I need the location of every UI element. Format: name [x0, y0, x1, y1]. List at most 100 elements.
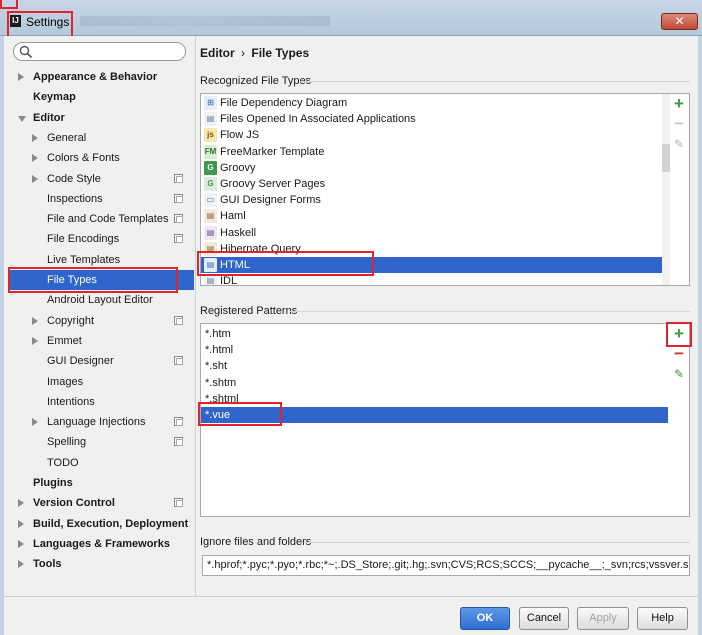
breadcrumb-file-types: File Types [251, 46, 310, 60]
file-type-row[interactable]: ▤ Files Opened In Associated Applications [201, 111, 669, 127]
panel-divider [195, 36, 196, 596]
expand-down-icon[interactable] [18, 115, 26, 122]
tree-item-inspections[interactable]: Inspections [10, 189, 194, 209]
tree-item-language-injections[interactable]: Language Injections [10, 412, 194, 432]
haml-icon: ▤ [204, 209, 217, 224]
tree-item-colors-fonts[interactable]: Colors & Fonts [10, 148, 194, 168]
file-types-highlight-box [8, 267, 178, 293]
tree-item-label: Plugins [33, 477, 73, 489]
file-type-row[interactable]: ▭ GUI Designer Forms [201, 192, 669, 208]
section-divider [290, 311, 690, 312]
project-scope-icon [174, 214, 183, 224]
expand-right-icon[interactable] [18, 73, 24, 81]
file-type-label: Flow JS [220, 129, 260, 142]
tree-item-plugins[interactable]: Plugins [10, 473, 194, 493]
diagram-icon: ⊞ [204, 96, 217, 110]
search-icon [19, 45, 33, 59]
file-type-label: FreeMarker Template [220, 145, 325, 158]
html-highlight-box [197, 251, 374, 276]
tree-item-label: Colors & Fonts [47, 152, 120, 165]
button-bar-divider [4, 596, 698, 597]
tree-item-label: Appearance & Behavior [33, 71, 158, 83]
pattern-row[interactable]: *.htm [201, 326, 668, 342]
tree-item-appearance-behavior[interactable]: Appearance & Behavior [10, 67, 194, 87]
tree-item-label: Spelling [47, 436, 87, 449]
settings-search-input[interactable] [13, 42, 186, 61]
project-scope-icon [174, 498, 183, 508]
tree-item-keymap[interactable]: Keymap [10, 87, 194, 107]
ignore-files-label: Ignore files and folders [200, 536, 312, 548]
file-type-row[interactable]: ▤ Haml [201, 208, 669, 224]
breadcrumb-editor: Editor [200, 46, 235, 60]
tree-item-languages-frameworks[interactable]: Languages & Frameworks [10, 534, 194, 554]
expand-right-icon[interactable] [32, 418, 38, 427]
cancel-button[interactable]: Cancel [519, 607, 569, 630]
pattern-row[interactable]: *.html [201, 342, 668, 358]
remove-file-type-button[interactable]: − [671, 115, 687, 132]
close-button[interactable]: ✕ [661, 13, 698, 30]
section-divider [304, 542, 690, 543]
expand-right-icon[interactable] [32, 174, 38, 183]
tree-item-build-execution-deployment[interactable]: Build, Execution, Deployment [10, 514, 194, 534]
expand-right-icon[interactable] [18, 519, 24, 528]
file-type-row[interactable]: FM FreeMarker Template [201, 144, 669, 160]
file-type-label: Groovy [220, 161, 256, 174]
ignore-files-input[interactable]: *.hprof;*.pyc;*.pyo;*.rbc;*~;.DS_Store;.… [202, 555, 690, 576]
expand-right-icon[interactable] [18, 499, 24, 508]
tree-item-label: Build, Execution, Deployment [33, 517, 189, 530]
pattern-row[interactable]: *.shtm [201, 375, 668, 391]
file-type-row[interactable]: ⊞ File Dependency Diagram [201, 95, 669, 111]
tree-item-label: Languages & Frameworks [33, 537, 170, 550]
breadcrumb-separator: › [241, 46, 246, 60]
expand-right-icon[interactable] [32, 316, 38, 325]
tree-item-copyright[interactable]: Copyright [10, 311, 194, 331]
file-type-row[interactable]: js Flow JS [201, 127, 669, 143]
edit-pattern-button[interactable]: ✎ [671, 366, 687, 382]
file-type-row[interactable]: G Groovy [201, 160, 669, 176]
background-window-tabs [80, 16, 330, 26]
tree-item-label: Code Style [47, 172, 101, 185]
expand-right-icon[interactable] [32, 336, 38, 345]
gsp-icon: G [204, 177, 217, 191]
expand-right-icon[interactable] [18, 560, 24, 569]
project-scope-icon [174, 193, 183, 203]
file-type-row[interactable]: G Groovy Server Pages [201, 176, 669, 192]
file-type-row[interactable]: ▤ Haskell [201, 225, 669, 241]
tree-item-tools[interactable]: Tools [10, 554, 194, 574]
tree-item-todo[interactable]: TODO [10, 453, 194, 473]
tree-item-android-layout-editor[interactable]: Android Layout Editor [10, 290, 194, 310]
tree-item-emmet[interactable]: Emmet [10, 331, 194, 351]
tree-item-label: Language Injections [47, 416, 146, 429]
tree-item-label: General [47, 131, 87, 144]
expand-right-icon[interactable] [32, 133, 38, 142]
tree-item-label: Version Control [33, 497, 115, 510]
scrollbar-track[interactable] [662, 94, 670, 285]
tree-item-editor[interactable]: Editor [10, 108, 194, 128]
tree-item-spelling[interactable]: Spelling [10, 432, 194, 452]
tree-item-file-and-code-templates[interactable]: File and Code Templates [10, 209, 194, 229]
add-file-type-button[interactable]: + [671, 95, 687, 112]
edit-file-type-button[interactable]: ✎ [671, 136, 687, 152]
tree-item-version-control[interactable]: Version Control [10, 493, 194, 513]
file-type-label: Files Opened In Associated Applications [220, 113, 416, 126]
tree-item-code-style[interactable]: Code Style [10, 169, 194, 189]
tree-item-gui-designer[interactable]: GUI Designer [10, 351, 194, 371]
tree-item-file-encodings[interactable]: File Encodings [10, 229, 194, 249]
tree-item-images[interactable]: Images [10, 372, 194, 392]
file-icon: ▤ [204, 112, 217, 127]
ok-button[interactable]: OK [460, 607, 510, 630]
apply-button[interactable]: Apply [577, 607, 629, 630]
tree-item-general[interactable]: General [10, 128, 194, 148]
expand-right-icon[interactable] [32, 154, 38, 163]
breadcrumb: Editor › File Types [200, 46, 309, 60]
scrollbar-thumb[interactable] [662, 144, 670, 172]
pattern-row[interactable]: *.sht [201, 358, 668, 374]
remove-pattern-button[interactable]: − [671, 345, 687, 362]
add-pattern-button[interactable]: + [671, 325, 687, 342]
tree-item-intentions[interactable]: Intentions [10, 392, 194, 412]
expand-right-icon[interactable] [18, 539, 24, 548]
project-scope-icon [174, 417, 183, 427]
help-button[interactable]: Help [637, 607, 688, 630]
tree-item-label: Images [47, 375, 84, 388]
flow-js-icon: js [204, 128, 217, 143]
